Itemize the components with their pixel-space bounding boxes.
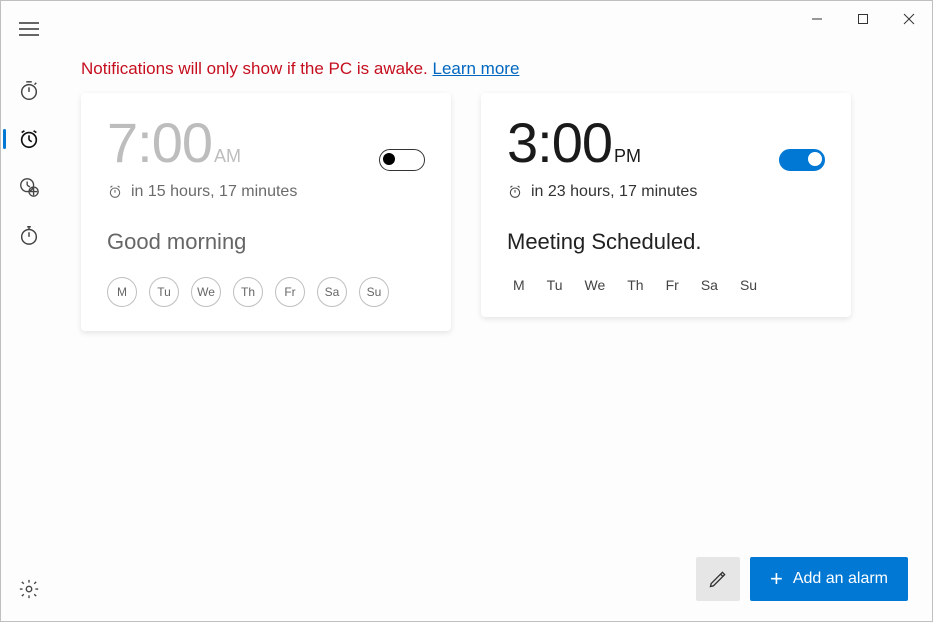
day-Sa[interactable]: Sa — [317, 277, 347, 307]
alarm-days: M Tu We Th Fr Sa Su — [507, 277, 825, 293]
navigation-sidebar — [1, 1, 57, 621]
day-Tu[interactable]: Tu — [547, 277, 563, 293]
add-alarm-button[interactable]: + Add an alarm — [750, 557, 908, 601]
alarm-time: 7:00 — [107, 111, 212, 174]
learn-more-link[interactable]: Learn more — [432, 59, 519, 78]
day-Th[interactable]: Th — [233, 277, 263, 307]
alarm-clock-icon — [507, 184, 523, 200]
nav-world-clock[interactable] — [1, 163, 57, 211]
day-Su[interactable]: Su — [359, 277, 389, 307]
alarm-days: M Tu We Th Fr Sa Su — [107, 277, 425, 307]
notice-text: Notifications will only show if the PC i… — [81, 59, 432, 78]
alarm-label: Meeting Scheduled. — [507, 229, 825, 255]
day-M[interactable]: M — [513, 277, 525, 293]
alarm-clock-icon — [107, 184, 123, 200]
nav-alarm[interactable] — [1, 115, 57, 163]
plus-icon: + — [770, 568, 783, 590]
day-Th[interactable]: Th — [627, 277, 643, 293]
main-content: Notifications will only show if the PC i… — [57, 1, 932, 621]
alarm-countdown: in 23 hours, 17 minutes — [531, 183, 697, 201]
alarm-time: 3:00 — [507, 111, 612, 174]
day-Tu[interactable]: Tu — [149, 277, 179, 307]
nav-timer[interactable] — [1, 67, 57, 115]
day-Fr[interactable]: Fr — [275, 277, 305, 307]
day-Su[interactable]: Su — [740, 277, 757, 293]
alarm-card[interactable]: 7:00AM in 15 hours, 17 minutes Good morn… — [81, 93, 451, 331]
day-Sa[interactable]: Sa — [701, 277, 718, 293]
edit-alarms-button[interactable] — [696, 557, 740, 601]
settings-button[interactable] — [1, 565, 57, 613]
alarm-label: Good morning — [107, 229, 425, 255]
nav-stopwatch[interactable] — [1, 211, 57, 259]
alarm-toggle[interactable] — [379, 149, 425, 171]
alarm-ampm: AM — [214, 146, 241, 166]
day-We[interactable]: We — [191, 277, 221, 307]
alarm-countdown: in 15 hours, 17 minutes — [131, 183, 297, 201]
notification-notice: Notifications will only show if the PC i… — [81, 59, 908, 79]
pencil-icon — [708, 569, 728, 589]
day-We[interactable]: We — [585, 277, 606, 293]
day-Fr[interactable]: Fr — [666, 277, 679, 293]
add-alarm-label: Add an alarm — [793, 570, 888, 588]
alarm-toggle[interactable] — [779, 149, 825, 171]
alarm-card[interactable]: 3:00PM in 23 hours, 17 minutes Meeting S… — [481, 93, 851, 317]
menu-button[interactable] — [9, 9, 49, 49]
day-M[interactable]: M — [107, 277, 137, 307]
alarm-ampm: PM — [614, 146, 641, 166]
